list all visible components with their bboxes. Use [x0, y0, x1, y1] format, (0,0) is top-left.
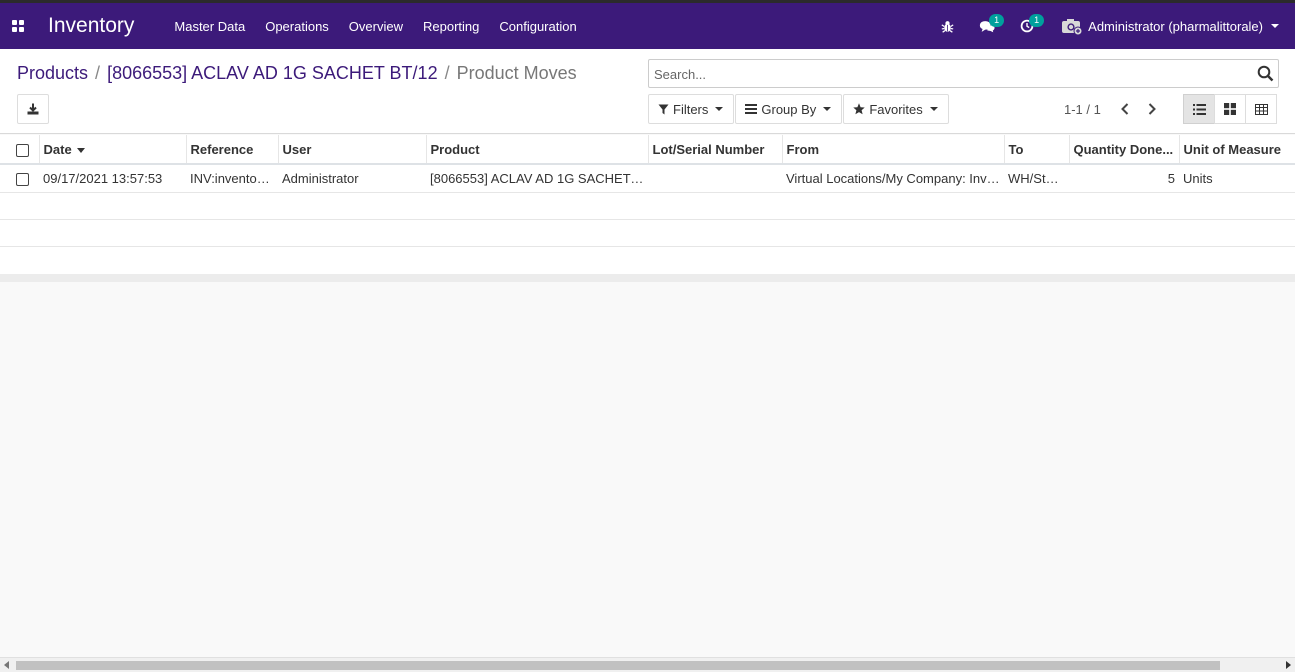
user-name: Administrator (pharmalittorale) [1088, 18, 1263, 34]
main-menu: Master Data Operations Overview Reportin… [164, 19, 586, 34]
pager-value[interactable]: 1-1 / 1 [1064, 102, 1101, 117]
breadcrumb-separator: / [95, 63, 101, 83]
top-navbar: Inventory Master Data Operations Overvie… [0, 0, 1295, 49]
scroll-right-arrow-icon[interactable] [1286, 661, 1291, 669]
search-options: Filters Group By Favorites [648, 94, 950, 124]
empty-row [0, 191, 1295, 219]
pager-previous-button[interactable] [1112, 94, 1138, 124]
control-panel: Products / [8066553] ACLAV AD 1G SACHET … [0, 49, 1295, 134]
cell-product: [8066553] ACLAV AD 1G SACHET BT/12 [426, 163, 648, 192]
column-header-user[interactable]: User [277, 135, 426, 165]
column-header-quantity-done[interactable]: Quantity Done... [1068, 135, 1179, 165]
favorites-label: Favorites [869, 101, 923, 117]
column-label: Date [43, 141, 72, 157]
menu-reporting[interactable]: Reporting [413, 19, 489, 34]
systray: 1 1 Administrator (pharmalittorale) [927, 3, 1295, 49]
view-switcher [1183, 94, 1277, 124]
cell-reference: INV:inventory1 [186, 163, 278, 192]
menu-master-data[interactable]: Master Data [164, 19, 255, 34]
search-bar [648, 59, 1279, 88]
list-view-button[interactable] [1183, 94, 1215, 124]
table-header-row: Date Reference User Product Lot/Serial N… [0, 135, 1295, 165]
row-checkbox[interactable] [16, 172, 29, 186]
favorites-button[interactable]: Favorites [843, 94, 949, 124]
column-header-product[interactable]: Product [425, 135, 648, 165]
column-header-to[interactable]: To [1003, 135, 1069, 165]
user-menu-caret-icon [1271, 24, 1279, 28]
column-header-date[interactable]: Date [38, 135, 186, 165]
cell-user: Administrator [278, 163, 426, 192]
column-header-from[interactable]: From [781, 135, 1004, 165]
product-moves-table: Date Reference User Product Lot/Serial N… [0, 135, 1295, 273]
menu-configuration[interactable]: Configuration [489, 19, 586, 34]
group-by-button[interactable]: Group By [735, 94, 843, 124]
filters-caret-icon [715, 107, 724, 111]
messages-chat-icon[interactable]: 1 [967, 3, 1007, 49]
download-icon [27, 103, 39, 115]
favorites-star-icon [853, 103, 866, 115]
favorites-caret-icon [929, 107, 938, 111]
export-download-button[interactable] [17, 94, 49, 124]
filters-button[interactable]: Filters [648, 94, 735, 124]
list-view: Date Reference User Product Lot/Serial N… [0, 135, 1295, 282]
column-header-lot-serial[interactable]: Lot/Serial Number [647, 135, 782, 165]
empty-row [0, 245, 1295, 273]
search-input[interactable] [654, 65, 1244, 83]
breadcrumb-separator: / [444, 63, 450, 83]
list-view-icon [1192, 103, 1206, 115]
row-select-cell [0, 163, 39, 192]
cell-uom: Units [1179, 163, 1295, 192]
messages-count-badge: 1 [989, 14, 1005, 27]
search-icon[interactable] [1257, 65, 1274, 82]
breadcrumb-current: Product Moves [456, 63, 577, 83]
activities-count-badge: 1 [1029, 14, 1045, 27]
debug-bug-icon[interactable] [927, 3, 967, 49]
horizontal-scrollbar[interactable] [0, 657, 1295, 672]
breadcrumb-products[interactable]: Products [17, 63, 88, 84]
pivot-table-icon [1254, 103, 1268, 115]
scroll-left-arrow-icon[interactable] [4, 661, 9, 669]
breadcrumb-product[interactable]: [8066553] ACLAV AD 1G SACHET BT/12 [107, 63, 438, 84]
sort-descending-icon [76, 147, 85, 153]
menu-operations[interactable]: Operations [255, 19, 339, 34]
apps-menu-icon[interactable] [0, 3, 36, 49]
app-brand[interactable]: Inventory [48, 14, 134, 38]
activities-clock-icon[interactable]: 1 [1007, 3, 1047, 49]
chevron-right-icon [1148, 103, 1156, 115]
pivot-view-button[interactable] [1245, 94, 1277, 124]
cell-quantity: 5 [1069, 163, 1179, 192]
column-header-reference[interactable]: Reference [185, 135, 278, 165]
breadcrumb: Products / [8066553] ACLAV AD 1G SACHET … [17, 63, 577, 84]
group-by-caret-icon [823, 107, 832, 111]
select-all-checkbox[interactable] [16, 143, 29, 157]
group-by-bars-icon [745, 104, 758, 114]
table-row[interactable]: 09/17/2021 13:57:53 INV:inventory1 Admin… [0, 163, 1295, 192]
cell-from: Virtual Locations/My Company: Inventory … [782, 163, 1004, 192]
group-by-label: Group By [761, 101, 817, 117]
cell-lot-serial [648, 163, 782, 192]
kanban-view-icon [1224, 103, 1236, 115]
filter-funnel-icon [658, 104, 669, 114]
user-avatar-camera-icon [1062, 18, 1083, 35]
filters-label: Filters [673, 101, 709, 117]
select-all-cell [0, 135, 39, 165]
cell-to: WH/Stock [1004, 163, 1069, 192]
cell-date: 09/17/2021 13:57:53 [39, 163, 186, 192]
scrollbar-thumb[interactable] [16, 661, 1220, 670]
chevron-left-icon [1121, 103, 1129, 115]
empty-row [0, 218, 1295, 246]
pager-next-button[interactable] [1139, 94, 1165, 124]
column-header-unit-of-measure[interactable]: Unit of Measure [1178, 135, 1295, 165]
user-menu[interactable]: Administrator (pharmalittorale) [1047, 18, 1295, 35]
kanban-view-button[interactable] [1214, 94, 1246, 124]
menu-overview[interactable]: Overview [339, 19, 413, 34]
